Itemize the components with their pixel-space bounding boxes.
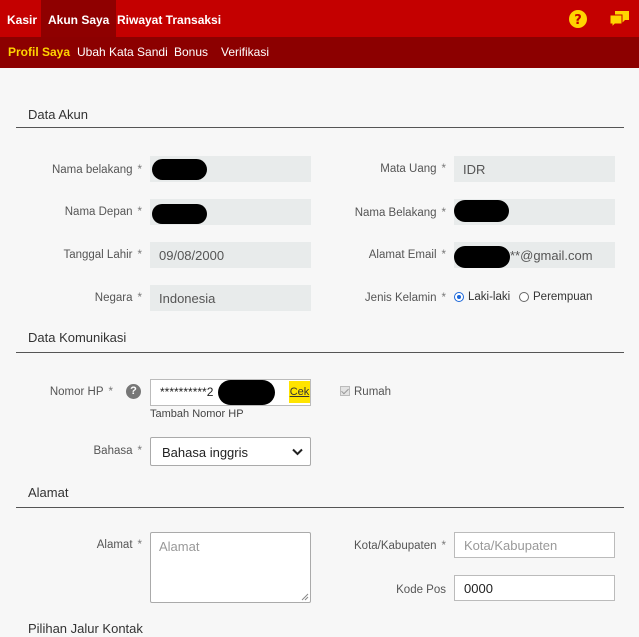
country-field[interactable]: Indonesia [150,285,311,311]
language-select[interactable]: Bahasa inggris [150,437,311,466]
gender-radio-female[interactable]: Perempuan [519,291,592,303]
currency-label: Mata Uang * [380,163,446,175]
tab-akun-saya[interactable]: Akun Saya [41,0,117,37]
first-name-label: Nama Depan * [64,206,142,218]
resize-grip-icon[interactable] [301,593,309,601]
home-label: Rumah [354,386,392,398]
help-icon: ? [569,9,587,28]
redaction-mark [454,200,509,222]
tab-riwayat-transaksi[interactable]: Riwayat Transaksi [110,0,228,37]
country-label: Negara * [94,292,142,304]
divider [16,352,624,353]
last-name2-label: Nama Belakang * [354,207,446,219]
redaction-mark [152,204,207,224]
section-title-pilihan-jalur-kontak: Pilihan Jalur Kontak [28,621,143,636]
chat-button[interactable] [600,0,639,37]
help-icon[interactable]: ? [126,384,141,399]
radio-dot [519,292,529,302]
sub-nav: Profil Saya Ubah Kata Sandi Bonus Verifi… [0,37,639,68]
language-label: Bahasa * [93,445,143,457]
city-field[interactable]: Kota/Kabupaten [454,532,615,558]
tab-ubah-kata-sandi[interactable]: Ubah Kata Sandi [77,37,168,68]
last-name-label: Nama belakang * [51,164,142,176]
redaction-mark [152,159,207,180]
check-phone-button[interactable]: Cek [289,381,310,403]
currency-field[interactable]: IDR [454,156,615,182]
tab-kasir[interactable]: Kasir [0,0,44,37]
section-title-data-komunikasi: Data Komunikasi [28,330,127,345]
birthdate-label: Tanggal Lahir * [63,249,142,261]
postal-field[interactable]: 0000 [454,575,615,601]
gender-radio-male[interactable]: Laki-laki [454,291,510,303]
chevron-down-icon [292,448,303,456]
tab-verifikasi[interactable]: Verifikasi [221,37,269,68]
address-label: Alamat * [96,539,142,551]
svg-text:?: ? [574,13,582,28]
section-title-alamat: Alamat [28,485,69,500]
chat-icon [609,10,629,28]
city-label: Kota/Kabupaten * [354,540,446,552]
redaction-mark [454,246,510,268]
radio-dot-checked [454,292,464,302]
phone-label: Nomor HP * [49,386,113,398]
birthdate-field[interactable]: 09/08/2000 [150,242,311,268]
divider [16,127,624,128]
address-textarea[interactable]: Alamat [150,532,311,603]
top-nav: Kasir Akun Saya Riwayat Transaksi ? [0,0,639,37]
help-button[interactable]: ? [558,0,598,37]
section-title-data-akun: Data Akun [28,107,88,122]
tab-bonus[interactable]: Bonus [174,37,208,68]
redaction-mark [218,380,275,405]
tab-profil-saya[interactable]: Profil Saya [8,37,70,68]
gender-label: Jenis Kelamin * [364,292,446,304]
email-label: Alamat Email * [368,249,446,261]
postal-label: Kode Pos [396,584,446,596]
home-checkbox[interactable] [340,386,350,396]
add-phone-link[interactable]: Tambah Nomor HP [150,408,244,420]
divider [16,507,624,508]
